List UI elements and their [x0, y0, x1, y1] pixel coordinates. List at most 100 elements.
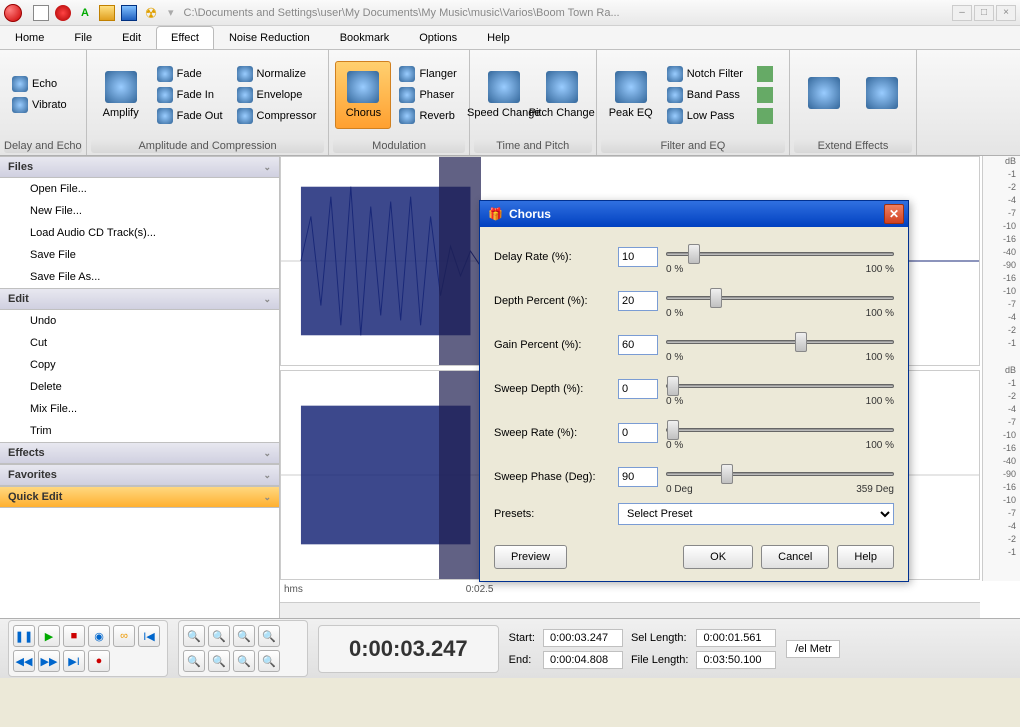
new-doc-icon[interactable]: [33, 5, 49, 21]
sidebar-item-delete[interactable]: Delete: [0, 376, 279, 398]
param-input-4[interactable]: [618, 423, 658, 443]
menu-tab-edit[interactable]: Edit: [107, 26, 156, 49]
cancel-button[interactable]: Cancel: [761, 545, 829, 569]
save-icon[interactable]: [121, 5, 137, 21]
text-icon[interactable]: A: [77, 5, 93, 21]
file-length-value[interactable]: 0:03:50.100: [696, 651, 776, 669]
param-input-2[interactable]: [618, 335, 658, 355]
ext-a-icon-button[interactable]: [796, 61, 852, 129]
speed-change-button[interactable]: Speed Change: [476, 61, 532, 129]
dialog-close-button[interactable]: ✕: [884, 204, 904, 224]
ext3-button[interactable]: [751, 106, 783, 126]
band-pass-button[interactable]: Band Pass: [661, 85, 749, 105]
start-value[interactable]: 0:00:03.247: [543, 629, 623, 647]
param-slider-1[interactable]: [666, 289, 894, 307]
fade-button[interactable]: Fade: [151, 64, 229, 84]
end-value[interactable]: 0:00:04.808: [543, 651, 623, 669]
goto-start-button[interactable]: I◀: [138, 625, 160, 647]
sidebar-item-load-audio-cd-track-s-[interactable]: Load Audio CD Track(s)...: [0, 222, 279, 244]
sidebar-item-cut[interactable]: Cut: [0, 332, 279, 354]
param-slider-4[interactable]: [666, 421, 894, 439]
ok-button[interactable]: OK: [683, 545, 753, 569]
sidebar-item-copy[interactable]: Copy: [0, 354, 279, 376]
play-loop-button[interactable]: ◉: [88, 625, 110, 647]
compressor-button[interactable]: Compressor: [231, 106, 323, 126]
reverb-button[interactable]: Reverb: [393, 106, 462, 126]
sidebar-item-save-file[interactable]: Save File: [0, 244, 279, 266]
param-input-0[interactable]: [618, 247, 658, 267]
rewind-button[interactable]: ◀◀: [13, 650, 35, 672]
record-button[interactable]: ●: [88, 650, 110, 672]
forward-button[interactable]: ▶▶: [38, 650, 60, 672]
menu-tab-options[interactable]: Options: [404, 26, 472, 49]
param-input-5[interactable]: [618, 467, 658, 487]
sel-length-value[interactable]: 0:00:01.561: [696, 629, 776, 647]
fade-out-button[interactable]: Fade Out: [151, 106, 229, 126]
menu-tab-help[interactable]: Help: [472, 26, 525, 49]
menu-tab-file[interactable]: File: [59, 26, 107, 49]
low-pass-button[interactable]: Low Pass: [661, 106, 749, 126]
peak-eq-button[interactable]: Peak EQ: [603, 61, 659, 129]
menu-tab-bookmark[interactable]: Bookmark: [325, 26, 405, 49]
chorus-button[interactable]: Chorus: [335, 61, 391, 129]
sidebar-header-quick-edit[interactable]: Quick Edit⌄: [0, 486, 279, 508]
zoom-v-in-button[interactable]: 🔍: [183, 650, 205, 672]
zoom-out-button[interactable]: 🔍: [208, 625, 230, 647]
zoom-next-button[interactable]: 🔍: [258, 650, 280, 672]
wave-selection[interactable]: [439, 371, 481, 579]
open-icon[interactable]: [99, 5, 115, 21]
sidebar-item-trim[interactable]: Trim: [0, 420, 279, 442]
fade-in-button[interactable]: Fade In: [151, 85, 229, 105]
echo-button[interactable]: Echo: [6, 74, 73, 94]
burn-icon[interactable]: ☢: [143, 5, 159, 21]
sidebar-item-undo[interactable]: Undo: [0, 310, 279, 332]
param-input-3[interactable]: [618, 379, 658, 399]
notch-filter-button[interactable]: Notch Filter: [661, 64, 749, 84]
loop-button[interactable]: ∞: [113, 625, 135, 647]
ext2-button[interactable]: [751, 85, 783, 105]
close-button[interactable]: ×: [996, 5, 1016, 21]
sidebar-header-edit[interactable]: Edit⌄: [0, 288, 279, 310]
presets-select[interactable]: Select Preset: [618, 503, 894, 525]
menu-tab-home[interactable]: Home: [0, 26, 59, 49]
wave-selection[interactable]: [439, 157, 481, 365]
sidebar-item-new-file-[interactable]: New File...: [0, 200, 279, 222]
ext1-button[interactable]: [751, 64, 783, 84]
play-button[interactable]: ▶: [38, 625, 60, 647]
sidebar-header-effects[interactable]: Effects⌄: [0, 442, 279, 464]
sidebar-item-open-file-[interactable]: Open File...: [0, 178, 279, 200]
amplify-button[interactable]: Amplify: [93, 61, 149, 129]
param-input-1[interactable]: [618, 291, 658, 311]
ext-b-icon-button[interactable]: [854, 61, 910, 129]
param-slider-2[interactable]: [666, 333, 894, 351]
param-slider-0[interactable]: [666, 245, 894, 263]
vibrato-button[interactable]: Vibrato: [6, 95, 73, 115]
sidebar-item-save-file-as-[interactable]: Save File As...: [0, 266, 279, 288]
pause-button[interactable]: ❚❚: [13, 625, 35, 647]
zoom-fit-button[interactable]: 🔍: [258, 625, 280, 647]
pitch-change-button[interactable]: Pitch Change: [534, 61, 590, 129]
zoom-in-button[interactable]: 🔍: [183, 625, 205, 647]
minimize-button[interactable]: –: [952, 5, 972, 21]
zoom-prev-button[interactable]: 🔍: [233, 650, 255, 672]
sidebar-item-mix-file-[interactable]: Mix File...: [0, 398, 279, 420]
param-slider-3[interactable]: [666, 377, 894, 395]
menu-tab-effect[interactable]: Effect: [156, 26, 214, 49]
envelope-button[interactable]: Envelope: [231, 85, 323, 105]
zoom-sel-button[interactable]: 🔍: [233, 625, 255, 647]
horizontal-scrollbar[interactable]: [280, 602, 980, 618]
sidebar-header-favorites[interactable]: Favorites⌄: [0, 464, 279, 486]
menu-tab-noise-reduction[interactable]: Noise Reduction: [214, 26, 325, 49]
zoom-v-out-button[interactable]: 🔍: [208, 650, 230, 672]
normalize-button[interactable]: Normalize: [231, 64, 323, 84]
help-button[interactable]: Help: [837, 545, 894, 569]
maximize-button[interactable]: □: [974, 5, 994, 21]
goto-end-button[interactable]: ▶I: [63, 650, 85, 672]
sidebar-header-files[interactable]: Files⌄: [0, 156, 279, 178]
dialog-titlebar[interactable]: 🎁 Chorus ✕: [480, 201, 908, 227]
phaser-button[interactable]: Phaser: [393, 85, 462, 105]
app-record-icon[interactable]: [4, 4, 22, 22]
preview-button[interactable]: Preview: [494, 545, 567, 569]
record-icon[interactable]: [55, 5, 71, 21]
stop-button[interactable]: ■: [63, 625, 85, 647]
